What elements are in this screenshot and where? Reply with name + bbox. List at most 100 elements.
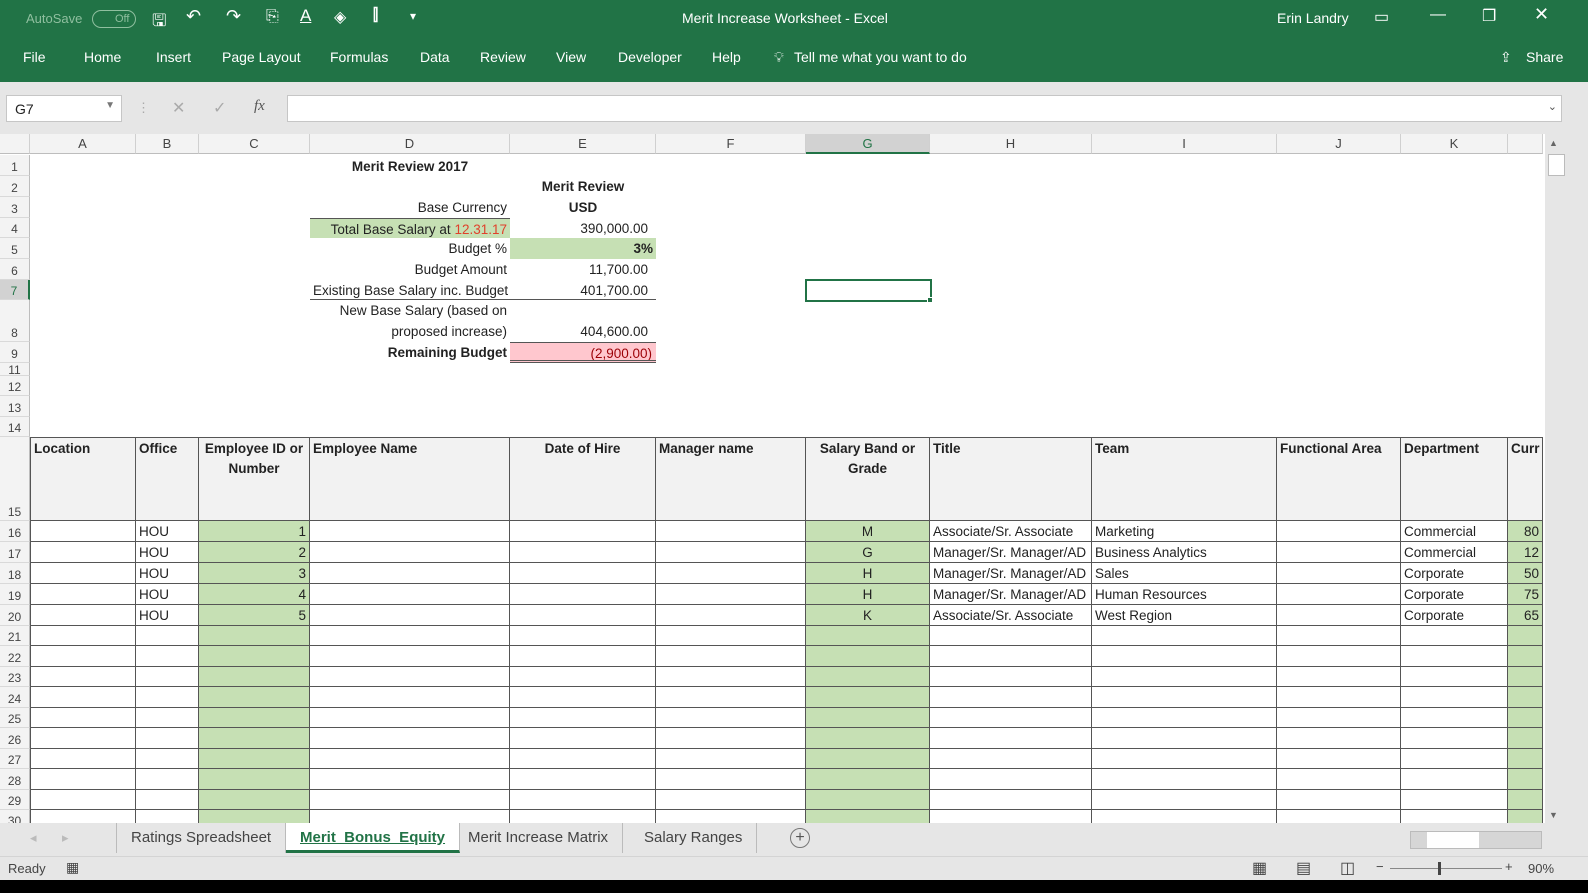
empty-cell[interactable] xyxy=(656,749,806,769)
empty-cell[interactable] xyxy=(1508,728,1543,749)
sheet-tab-merit-increase-matrix[interactable]: Merit Increase Matrix xyxy=(454,823,624,853)
empty-cell[interactable] xyxy=(1401,626,1508,646)
row-header-17[interactable]: 17 xyxy=(0,542,30,563)
empty-cell[interactable] xyxy=(1401,790,1508,810)
empty-cell[interactable] xyxy=(30,790,136,810)
empty-cell[interactable] xyxy=(30,667,136,687)
scroll-up-icon[interactable]: ▲ xyxy=(1549,138,1558,148)
ribbon-display-icon[interactable]: ▭ xyxy=(1374,7,1389,27)
empty-cell[interactable] xyxy=(30,810,136,823)
empty-cell[interactable] xyxy=(136,749,199,769)
new-base-label-1[interactable]: New Base Salary (based on xyxy=(310,300,510,321)
row-header-6[interactable]: 6 xyxy=(0,259,30,280)
empty-cell[interactable] xyxy=(1277,667,1401,687)
page-layout-view-icon[interactable]: ▤ xyxy=(1296,858,1311,878)
table-cell[interactable] xyxy=(510,521,656,542)
column-header-h[interactable]: H xyxy=(930,134,1092,154)
empty-cell[interactable] xyxy=(656,728,806,749)
empty-cell[interactable] xyxy=(806,728,930,749)
row-header-23[interactable]: 23 xyxy=(0,667,30,687)
empty-cell[interactable] xyxy=(310,728,510,749)
row-header-14[interactable]: 14 xyxy=(0,417,30,437)
empty-cell[interactable] xyxy=(806,769,930,790)
table-cell[interactable]: H xyxy=(806,563,930,584)
empty-cell[interactable] xyxy=(510,626,656,646)
minimize-icon[interactable]: — xyxy=(1430,6,1446,24)
budget-amount-value[interactable]: 11,700.00 xyxy=(510,259,656,280)
table-cell[interactable]: 1 xyxy=(199,521,310,542)
empty-cell[interactable] xyxy=(1401,708,1508,728)
table-header-cell[interactable]: Location xyxy=(30,437,136,521)
empty-cell[interactable] xyxy=(1508,626,1543,646)
empty-cell[interactable] xyxy=(510,728,656,749)
zoom-level[interactable]: 90% xyxy=(1528,861,1554,876)
column-header-c[interactable]: C xyxy=(199,134,310,154)
empty-cell[interactable] xyxy=(930,810,1092,823)
table-cell[interactable]: Business Analytics xyxy=(1092,542,1277,563)
autosave-toggle[interactable]: Off xyxy=(92,10,136,28)
table-header-cell[interactable]: Curr xyxy=(1508,437,1543,521)
budget-amount-label[interactable]: Budget Amount xyxy=(310,259,510,280)
remaining-budget-value[interactable]: (2,900.00) xyxy=(510,342,656,363)
tab-developer[interactable]: Developer xyxy=(618,49,682,65)
select-all-button[interactable] xyxy=(0,134,30,154)
empty-cell[interactable] xyxy=(806,790,930,810)
budget-percent-label[interactable]: Budget % xyxy=(310,238,510,259)
tab-review[interactable]: Review xyxy=(480,49,526,65)
column-header-f[interactable]: F xyxy=(656,134,806,154)
empty-cell[interactable] xyxy=(310,626,510,646)
table-cell[interactable]: 80 xyxy=(1508,521,1543,542)
column-header-d[interactable]: D xyxy=(310,134,510,154)
macro-record-icon[interactable]: ▦ xyxy=(66,859,79,876)
empty-cell[interactable] xyxy=(510,749,656,769)
empty-cell[interactable] xyxy=(1277,749,1401,769)
empty-cell[interactable] xyxy=(806,749,930,769)
row-header-16[interactable]: 16 xyxy=(0,521,30,542)
empty-cell[interactable] xyxy=(806,810,930,823)
empty-cell[interactable] xyxy=(136,810,199,823)
empty-cell[interactable] xyxy=(806,667,930,687)
table-cell[interactable]: Corporate xyxy=(1401,563,1508,584)
table-header-cell[interactable]: Salary Band or Grade xyxy=(806,437,930,521)
table-cell[interactable] xyxy=(1277,605,1401,626)
empty-cell[interactable] xyxy=(1401,810,1508,823)
table-cell[interactable] xyxy=(510,563,656,584)
chevron-down-icon[interactable]: ▼ xyxy=(105,100,115,111)
name-box[interactable]: G7 ▼ xyxy=(6,95,122,122)
table-header-cell[interactable]: Manager name xyxy=(656,437,806,521)
empty-cell[interactable] xyxy=(1277,790,1401,810)
empty-cell[interactable] xyxy=(806,708,930,728)
table-cell[interactable]: Commercial xyxy=(1401,521,1508,542)
empty-cell[interactable] xyxy=(1277,708,1401,728)
empty-cell[interactable] xyxy=(806,646,930,667)
table-cell[interactable] xyxy=(310,605,510,626)
table-cell[interactable] xyxy=(1277,521,1401,542)
row-header-26[interactable]: 26 xyxy=(0,728,30,749)
empty-cell[interactable] xyxy=(136,769,199,790)
zoom-slider[interactable] xyxy=(1390,862,1502,875)
empty-cell[interactable] xyxy=(1401,687,1508,708)
table-cell[interactable]: HOU xyxy=(136,521,199,542)
empty-cell[interactable] xyxy=(930,708,1092,728)
empty-cell[interactable] xyxy=(136,708,199,728)
empty-cell[interactable] xyxy=(30,728,136,749)
empty-cell[interactable] xyxy=(656,769,806,790)
row-header-22[interactable]: 22 xyxy=(0,646,30,667)
empty-cell[interactable] xyxy=(1401,646,1508,667)
empty-cell[interactable] xyxy=(930,769,1092,790)
tab-insert[interactable]: Insert xyxy=(156,49,191,65)
fill-color-icon[interactable]: ◈ xyxy=(334,7,346,27)
zoom-out-button[interactable]: − xyxy=(1376,859,1384,874)
empty-cell[interactable] xyxy=(199,667,310,687)
next-sheet-icon[interactable]: ▸ xyxy=(62,830,69,846)
empty-cell[interactable] xyxy=(1092,708,1277,728)
table-cell[interactable] xyxy=(656,605,806,626)
row-header-12[interactable]: 12 xyxy=(0,376,30,396)
row-header-21[interactable]: 21 xyxy=(0,626,30,646)
table-cell[interactable] xyxy=(30,563,136,584)
table-header-cell[interactable]: Employee ID or Number xyxy=(199,437,310,521)
existing-base-value[interactable]: 401,700.00 xyxy=(510,280,656,300)
table-cell[interactable]: Associate/Sr. Associate xyxy=(930,521,1092,542)
table-cell[interactable] xyxy=(30,605,136,626)
table-cell[interactable]: G xyxy=(806,542,930,563)
